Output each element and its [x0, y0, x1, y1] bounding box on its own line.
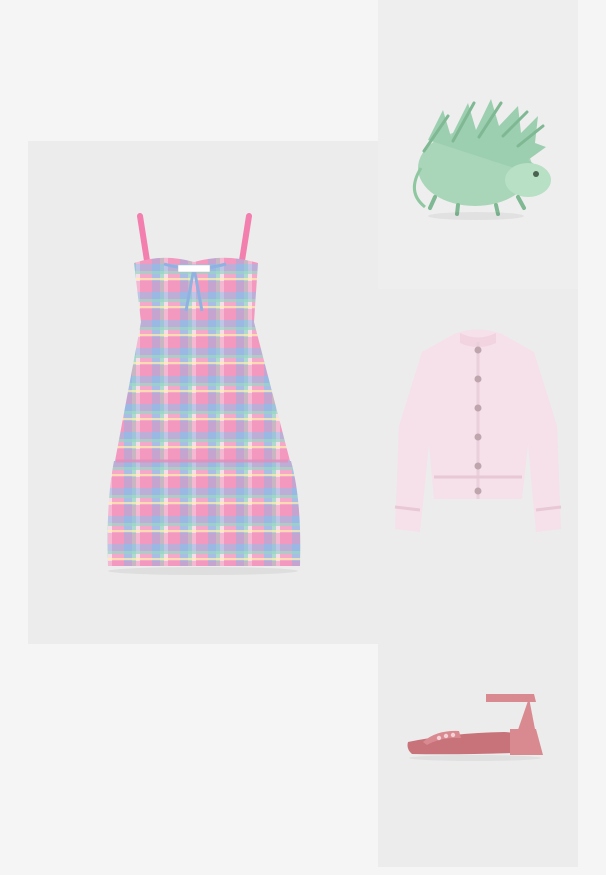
outfit-collage — [0, 0, 606, 875]
sandal-product-tile[interactable] — [378, 578, 578, 867]
dress-product-tile[interactable] — [28, 141, 378, 644]
pink-cardigan-image — [378, 289, 578, 578]
plaid-dress-image — [28, 141, 378, 644]
hedgehog-bag-product-tile[interactable] — [378, 0, 578, 289]
cardigan-product-tile[interactable] — [378, 289, 578, 578]
pink-sandal-image — [378, 578, 578, 867]
hedgehog-bag-image — [378, 0, 578, 289]
